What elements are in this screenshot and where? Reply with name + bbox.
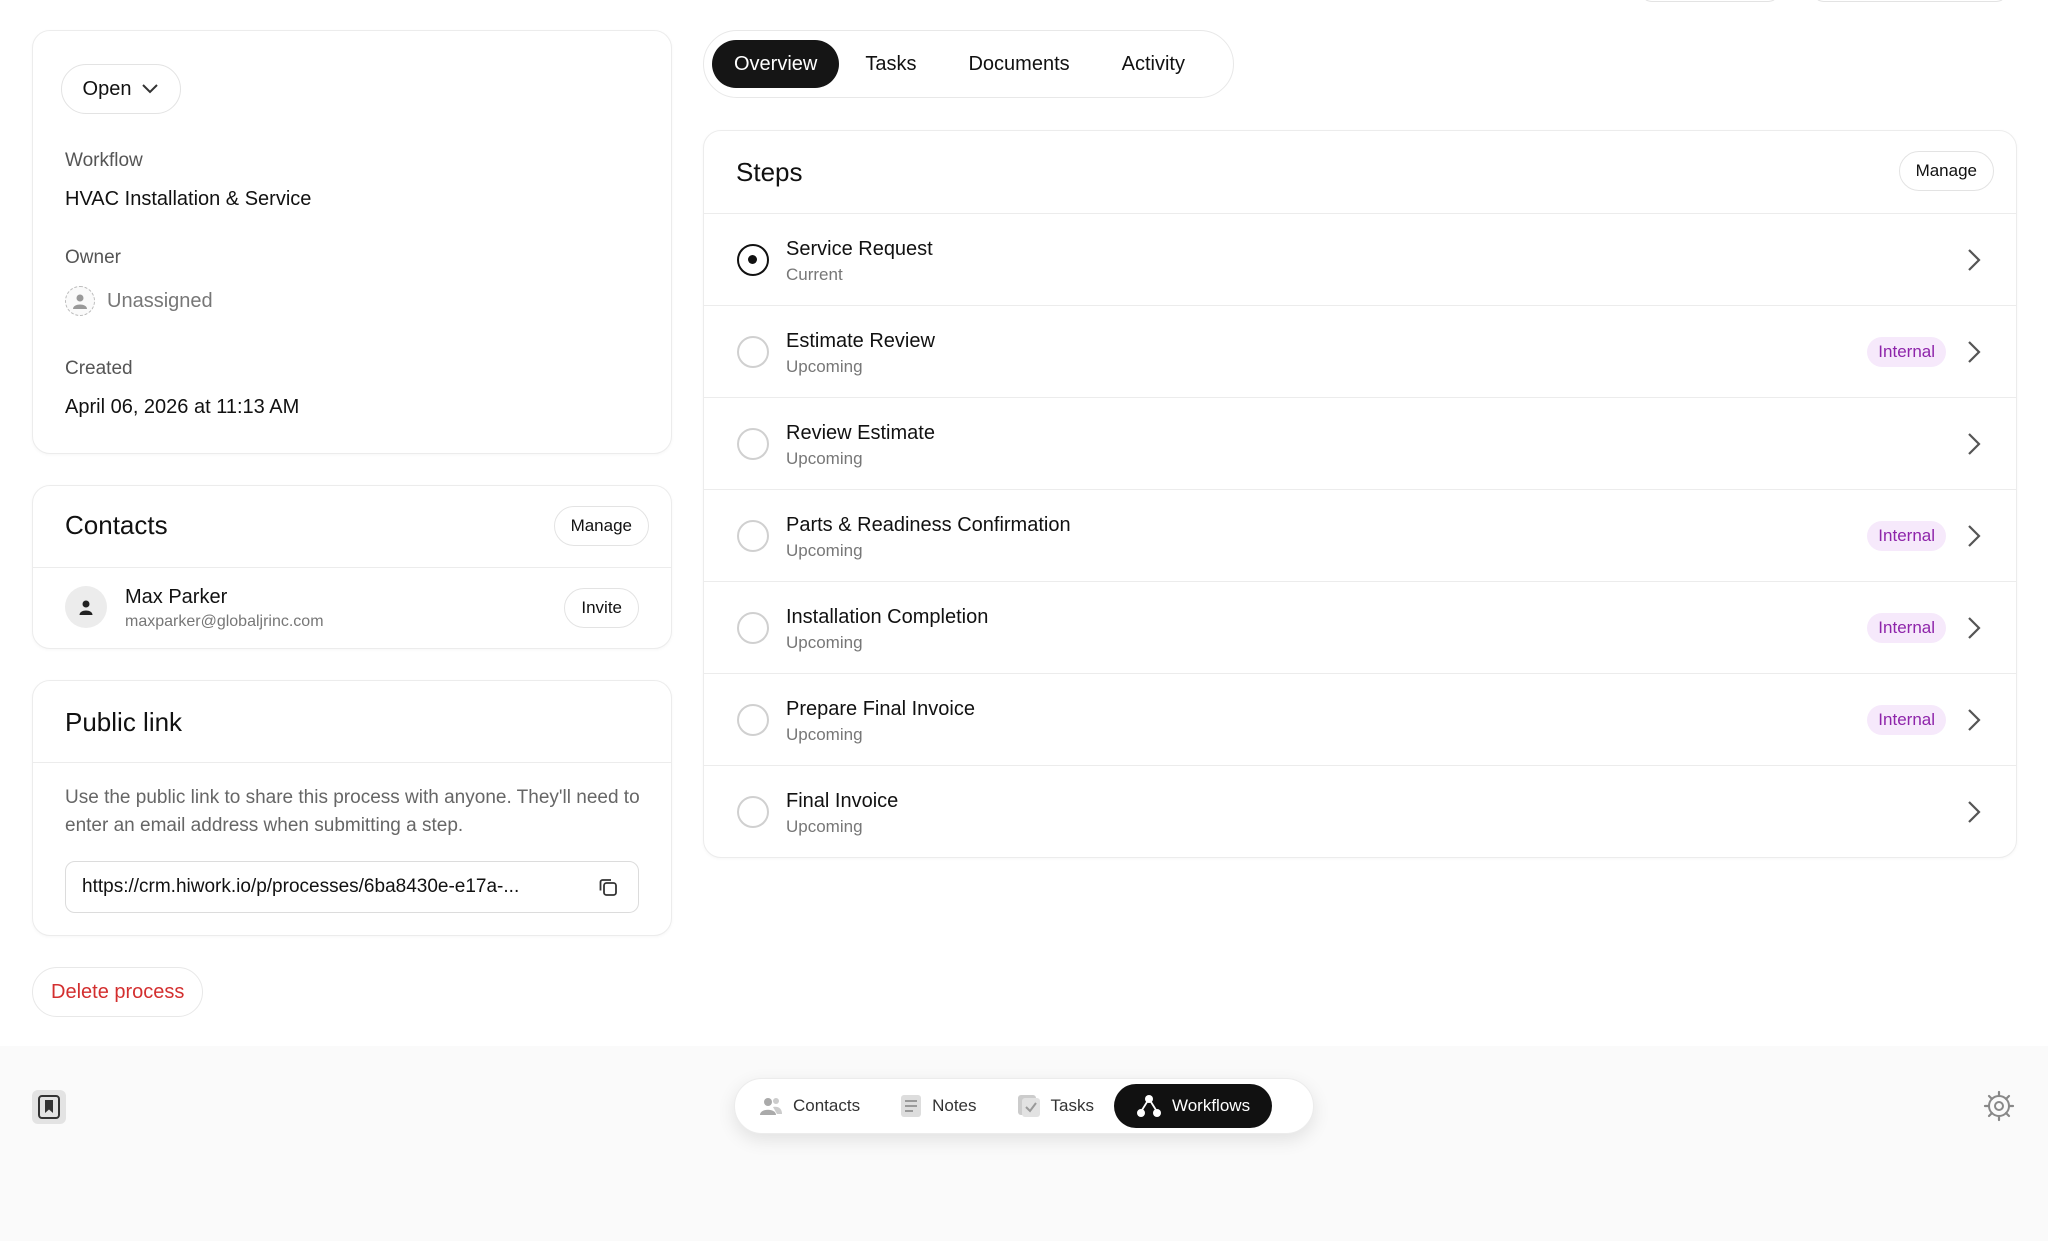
internal-badge: Internal — [1867, 521, 1946, 551]
users-icon — [760, 1098, 782, 1115]
workflows-icon — [1136, 1095, 1161, 1117]
public-link-url-field[interactable]: https://crm.hiwork.io/p/processes/6ba843… — [65, 861, 639, 913]
step-name: Service Request — [786, 238, 933, 260]
process-tabs: Overview Tasks Documents Activity — [703, 30, 1234, 98]
nav-notes[interactable]: Notes — [880, 1084, 996, 1128]
contact-name[interactable]: Max Parker — [125, 586, 227, 609]
header-button-partial[interactable] — [1812, 0, 2008, 2]
created-label: Created — [65, 358, 133, 379]
copy-icon[interactable] — [594, 873, 622, 901]
step-row[interactable]: Review Estimate Upcoming — [704, 397, 2016, 489]
chevron-down-icon — [142, 84, 159, 94]
nav-contacts[interactable]: Contacts — [739, 1084, 880, 1128]
step-name: Installation Completion — [786, 606, 989, 628]
step-name: Estimate Review — [786, 330, 935, 352]
chevron-right-icon — [1968, 709, 1981, 731]
header-button-partial[interactable] — [1640, 0, 1780, 2]
delete-process-button[interactable]: Delete process — [32, 967, 204, 1017]
bottom-bar-background — [0, 1046, 2048, 1241]
steps-card: Steps Manage Service Request Current Est… — [703, 130, 2017, 858]
step-status: Upcoming — [786, 541, 863, 560]
chevron-right-icon — [1968, 525, 1981, 547]
step-row[interactable]: Final Invoice Upcoming — [704, 765, 2016, 857]
public-link-title: Public link — [65, 707, 183, 737]
contacts-header: Contacts Manage — [33, 486, 671, 568]
workflow-value: HVAC Installation & Service — [65, 188, 312, 210]
user-icon — [79, 600, 93, 615]
chevron-right-icon — [1968, 433, 1981, 455]
process-details-card: Open Workflow HVAC Installation & Servic… — [32, 30, 672, 454]
nav-tasks[interactable]: Tasks — [997, 1084, 1114, 1128]
contacts-card: Contacts Manage Max Parker maxparker@glo… — [32, 485, 672, 649]
owner-selector[interactable]: Unassigned — [65, 286, 213, 316]
step-status: Current — [786, 265, 843, 284]
nav-workflows-label: Workflows — [1171, 1096, 1251, 1115]
avatar — [65, 586, 107, 628]
public-link-card: Public link Use the public link to share… — [32, 680, 672, 936]
chevron-right-icon — [1968, 801, 1981, 823]
internal-badge: Internal — [1867, 337, 1946, 367]
upcoming-step-icon — [737, 428, 769, 460]
step-status: Upcoming — [786, 449, 863, 468]
public-link-description: Use the public link to share this proces… — [65, 787, 640, 836]
owner-label: Owner — [65, 247, 121, 268]
manage-steps-button[interactable]: Manage — [1898, 151, 1994, 191]
chevron-right-icon — [1968, 341, 1981, 363]
upcoming-step-icon — [737, 520, 769, 552]
workflow-label: Workflow — [65, 150, 143, 171]
notes-icon — [901, 1095, 922, 1117]
step-status: Upcoming — [786, 817, 863, 836]
user-placeholder-icon — [65, 286, 95, 316]
gear-icon[interactable] — [1983, 1090, 2015, 1122]
chevron-right-icon — [1968, 617, 1981, 639]
step-row[interactable]: Parts & Readiness Confirmation Upcoming … — [704, 489, 2016, 581]
tab-overview[interactable]: Overview — [712, 40, 840, 88]
step-status: Upcoming — [786, 357, 863, 376]
step-row[interactable]: Estimate Review Upcoming Internal — [704, 305, 2016, 397]
step-row[interactable]: Installation Completion Upcoming Interna… — [704, 581, 2016, 673]
step-status: Upcoming — [786, 725, 863, 744]
upcoming-step-icon — [737, 796, 769, 828]
upcoming-step-icon — [737, 612, 769, 644]
contact-email: maxparker@globaljrinc.com — [125, 613, 324, 630]
step-status: Upcoming — [786, 633, 863, 652]
public-link-url: https://crm.hiwork.io/p/processes/6ba843… — [82, 876, 520, 897]
tab-documents[interactable]: Documents — [942, 40, 1095, 88]
public-link-header: Public link — [33, 681, 671, 763]
nav-notes-label: Notes — [932, 1096, 977, 1115]
nav-workflows[interactable]: Workflows — [1113, 1084, 1273, 1128]
invite-contact-button[interactable]: Invite — [564, 588, 639, 628]
manage-contacts-button[interactable]: Manage — [553, 506, 649, 546]
status-dropdown[interactable]: Open — [61, 64, 181, 114]
steps-title: Steps — [736, 157, 803, 187]
app-logo-icon[interactable] — [32, 1090, 66, 1124]
upcoming-step-icon — [737, 336, 769, 368]
tasks-icon — [1017, 1095, 1040, 1117]
created-value: April 06, 2026 at 11:13 AM — [65, 396, 300, 418]
upcoming-step-icon — [737, 704, 769, 736]
nav-tasks-label: Tasks — [1050, 1096, 1094, 1115]
current-step-icon — [737, 244, 769, 276]
step-name: Final Invoice — [786, 790, 899, 812]
step-name: Review Estimate — [786, 422, 935, 444]
step-row[interactable]: Service Request Current — [704, 213, 2016, 305]
bottom-navigation: Contacts Notes Tasks Workflows — [734, 1078, 1314, 1134]
internal-badge: Internal — [1867, 613, 1946, 643]
tab-activity[interactable]: Activity — [1100, 40, 1207, 88]
owner-value: Unassigned — [107, 289, 213, 312]
internal-badge: Internal — [1867, 705, 1946, 735]
step-row[interactable]: Prepare Final Invoice Upcoming Internal — [704, 673, 2016, 765]
tab-tasks[interactable]: Tasks — [843, 40, 938, 88]
contacts-title: Contacts — [65, 510, 168, 540]
step-name: Parts & Readiness Confirmation — [786, 514, 1071, 536]
nav-contacts-label: Contacts — [793, 1096, 861, 1115]
chevron-right-icon — [1968, 249, 1981, 271]
step-name: Prepare Final Invoice — [786, 698, 975, 720]
status-value: Open — [82, 77, 132, 100]
